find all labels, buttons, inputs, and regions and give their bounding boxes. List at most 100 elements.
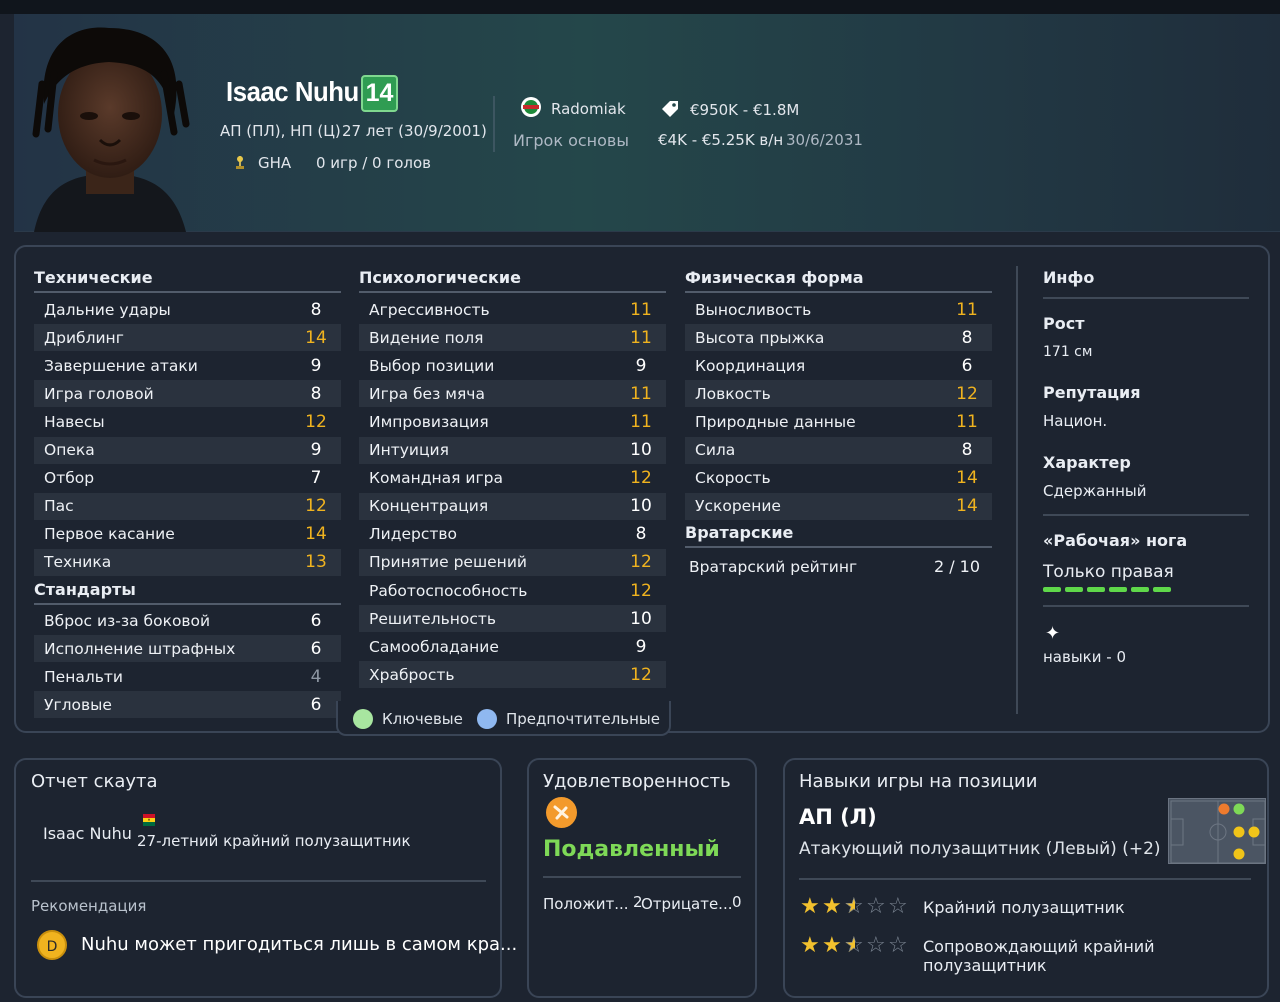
technical-title: Технические bbox=[34, 268, 341, 293]
info-title: Инфо bbox=[1043, 268, 1095, 287]
attribute-row[interactable]: Завершение атаки 9 bbox=[34, 352, 341, 379]
sparkle-icon: ✦ bbox=[1045, 623, 1061, 644]
attribute-row[interactable]: Координация 6 bbox=[685, 352, 992, 379]
attribute-row[interactable]: Решительность 10 bbox=[359, 605, 666, 633]
attribute-row[interactable]: Лидерство 8 bbox=[359, 521, 666, 548]
attribute-row[interactable]: Храбрость 12 bbox=[359, 661, 666, 689]
role-name-1[interactable]: Крайний полузащитник bbox=[923, 898, 1125, 917]
club-crest-icon bbox=[520, 96, 542, 122]
attribute-label: Импровизация bbox=[369, 412, 489, 431]
attribute-value: 6 bbox=[310, 694, 322, 715]
attribute-row[interactable]: Высота прыжка 8 bbox=[685, 324, 992, 352]
attribute-value: 8 bbox=[310, 299, 322, 320]
role-name[interactable]: Атакующий полузащитник (Левый) (+2) bbox=[799, 839, 1161, 859]
traits-count[interactable]: навыки - 0 bbox=[1043, 648, 1126, 666]
attribute-row[interactable]: Первое касание 14 bbox=[34, 521, 341, 548]
role-stars-2: ★ ★ ★ ☆ ☆ ☆ bbox=[800, 935, 910, 959]
player-photo bbox=[14, 14, 204, 232]
attribute-row[interactable]: Навесы 12 bbox=[34, 408, 341, 435]
attribute-row[interactable]: Дальние удары 8 bbox=[34, 296, 341, 323]
attribute-value: 7 bbox=[310, 468, 322, 489]
contract-end: 30/6/2031 bbox=[786, 131, 863, 149]
key-attributes-label[interactable]: Ключевые bbox=[382, 710, 463, 728]
attribute-row[interactable]: Видение поля 11 bbox=[359, 324, 666, 352]
club-name[interactable]: Radomiak bbox=[551, 100, 626, 118]
star-full-icon: ★ bbox=[822, 894, 842, 919]
scout-divider bbox=[31, 880, 486, 882]
positive-factors-label[interactable]: Положит... bbox=[543, 895, 629, 913]
attribute-label: Концентрация bbox=[369, 497, 489, 516]
attribute-value: 13 bbox=[305, 552, 327, 573]
attribute-value: 11 bbox=[630, 299, 652, 320]
attribute-label: Техника bbox=[44, 553, 112, 572]
key-attributes-dot[interactable] bbox=[353, 709, 373, 729]
attribute-row[interactable]: Сила 8 bbox=[685, 436, 992, 464]
attribute-row[interactable]: Техника 13 bbox=[34, 548, 341, 576]
scout-player-name: Isaac Nuhu bbox=[43, 824, 132, 843]
attribute-label: Опека bbox=[44, 441, 95, 459]
attribute-row[interactable]: Выносливость 11 bbox=[685, 296, 992, 323]
attribute-row[interactable]: Импровизация 11 bbox=[359, 408, 666, 435]
goalkeeper-rating-label: Вратарский рейтинг bbox=[689, 557, 858, 576]
attribute-row[interactable]: Исполнение штрафных 6 bbox=[34, 635, 341, 663]
attribute-value: 11 bbox=[956, 299, 978, 320]
attribute-row[interactable]: Командная игра 12 bbox=[359, 465, 666, 492]
apps-goals: 0 игр / 0 голов bbox=[316, 154, 432, 172]
happiness-divider bbox=[543, 876, 741, 878]
attribute-row[interactable]: Угловые 6 bbox=[34, 691, 341, 719]
attribute-label: Навесы bbox=[44, 412, 105, 431]
attribute-value: 11 bbox=[630, 383, 652, 404]
wage: €4K - €5.25K в/н bbox=[658, 131, 784, 149]
attribute-row[interactable]: Ловкость 12 bbox=[685, 380, 992, 408]
star-empty-icon: ☆ bbox=[866, 933, 886, 958]
attribute-value: 10 bbox=[630, 440, 652, 460]
player-nationality: GHA bbox=[258, 154, 292, 172]
attribute-value: 8 bbox=[635, 524, 647, 545]
role-name-2[interactable]: Сопровождающий крайний полузащитник bbox=[923, 937, 1280, 975]
attribute-value: 14 bbox=[305, 327, 327, 348]
set-pieces-title: Стандарты bbox=[34, 580, 341, 605]
attribute-row[interactable]: Принятие решений 12 bbox=[359, 548, 666, 576]
preferred-foot-value: Только правая bbox=[1043, 562, 1174, 582]
negative-factors-label[interactable]: Отрицате... bbox=[641, 895, 733, 913]
attribute-value: 6 bbox=[961, 355, 973, 376]
recommendation-text[interactable]: Nuhu может пригодиться лишь в самом кра.… bbox=[81, 934, 517, 955]
role-position: АП (Л) bbox=[799, 805, 877, 829]
attribute-row[interactable]: Ускорение 14 bbox=[685, 492, 992, 520]
player-name: Isaac Nuhu bbox=[226, 76, 359, 107]
attribute-row[interactable]: Концентрация 10 bbox=[359, 492, 666, 520]
role-ability-title: Навыки игры на позиции bbox=[799, 771, 1038, 792]
attribute-row[interactable]: Игра головой 8 bbox=[34, 380, 341, 408]
attribute-row[interactable]: Работоспособность 12 bbox=[359, 577, 666, 604]
attribute-row[interactable]: Скорость 14 bbox=[685, 465, 992, 492]
attribute-value: 12 bbox=[305, 411, 327, 432]
attribute-row[interactable]: Выбор позиции 9 bbox=[359, 352, 666, 379]
attribute-label: Природные данные bbox=[695, 412, 856, 431]
attribute-row[interactable]: Отбор 7 bbox=[34, 465, 341, 492]
attribute-row[interactable]: Пас 12 bbox=[34, 492, 341, 520]
attribute-row[interactable]: Дриблинг 14 bbox=[34, 324, 341, 352]
star-empty-icon: ☆ bbox=[888, 933, 908, 958]
attribute-row[interactable]: Интуиция 10 bbox=[359, 436, 666, 464]
attribute-row[interactable]: Вброс из-за боковой 6 bbox=[34, 607, 341, 634]
attribute-label: Скорость bbox=[695, 469, 771, 488]
preferred-attributes-dot[interactable] bbox=[477, 709, 497, 729]
attribute-value: 12 bbox=[956, 383, 978, 404]
attribute-row[interactable]: Природные данные 11 bbox=[685, 408, 992, 435]
pitch-position-map[interactable] bbox=[1168, 798, 1266, 864]
attribute-row[interactable]: Опека 9 bbox=[34, 436, 341, 464]
attribute-value: 11 bbox=[630, 411, 652, 432]
attribute-label: Координация bbox=[695, 356, 806, 375]
attribute-label: Дальние удары bbox=[44, 300, 171, 319]
attribute-row[interactable]: Самообладание 9 bbox=[359, 633, 666, 660]
height-label: Рост bbox=[1043, 314, 1085, 333]
attribute-value: 12 bbox=[630, 580, 652, 601]
attribute-label: Угловые bbox=[44, 695, 112, 714]
attribute-label: Дриблинг bbox=[44, 328, 124, 347]
preferred-attributes-label[interactable]: Предпочтительные bbox=[506, 710, 660, 728]
role-stars-1: ★ ★ ★ ☆ ☆ ☆ bbox=[800, 896, 910, 920]
attribute-row[interactable]: Агрессивность 11 bbox=[359, 296, 666, 323]
attribute-row[interactable]: Пенальти 4 bbox=[34, 663, 341, 690]
attribute-row[interactable]: Игра без мяча 11 bbox=[359, 380, 666, 408]
top-nav-strip bbox=[0, 0, 1280, 14]
